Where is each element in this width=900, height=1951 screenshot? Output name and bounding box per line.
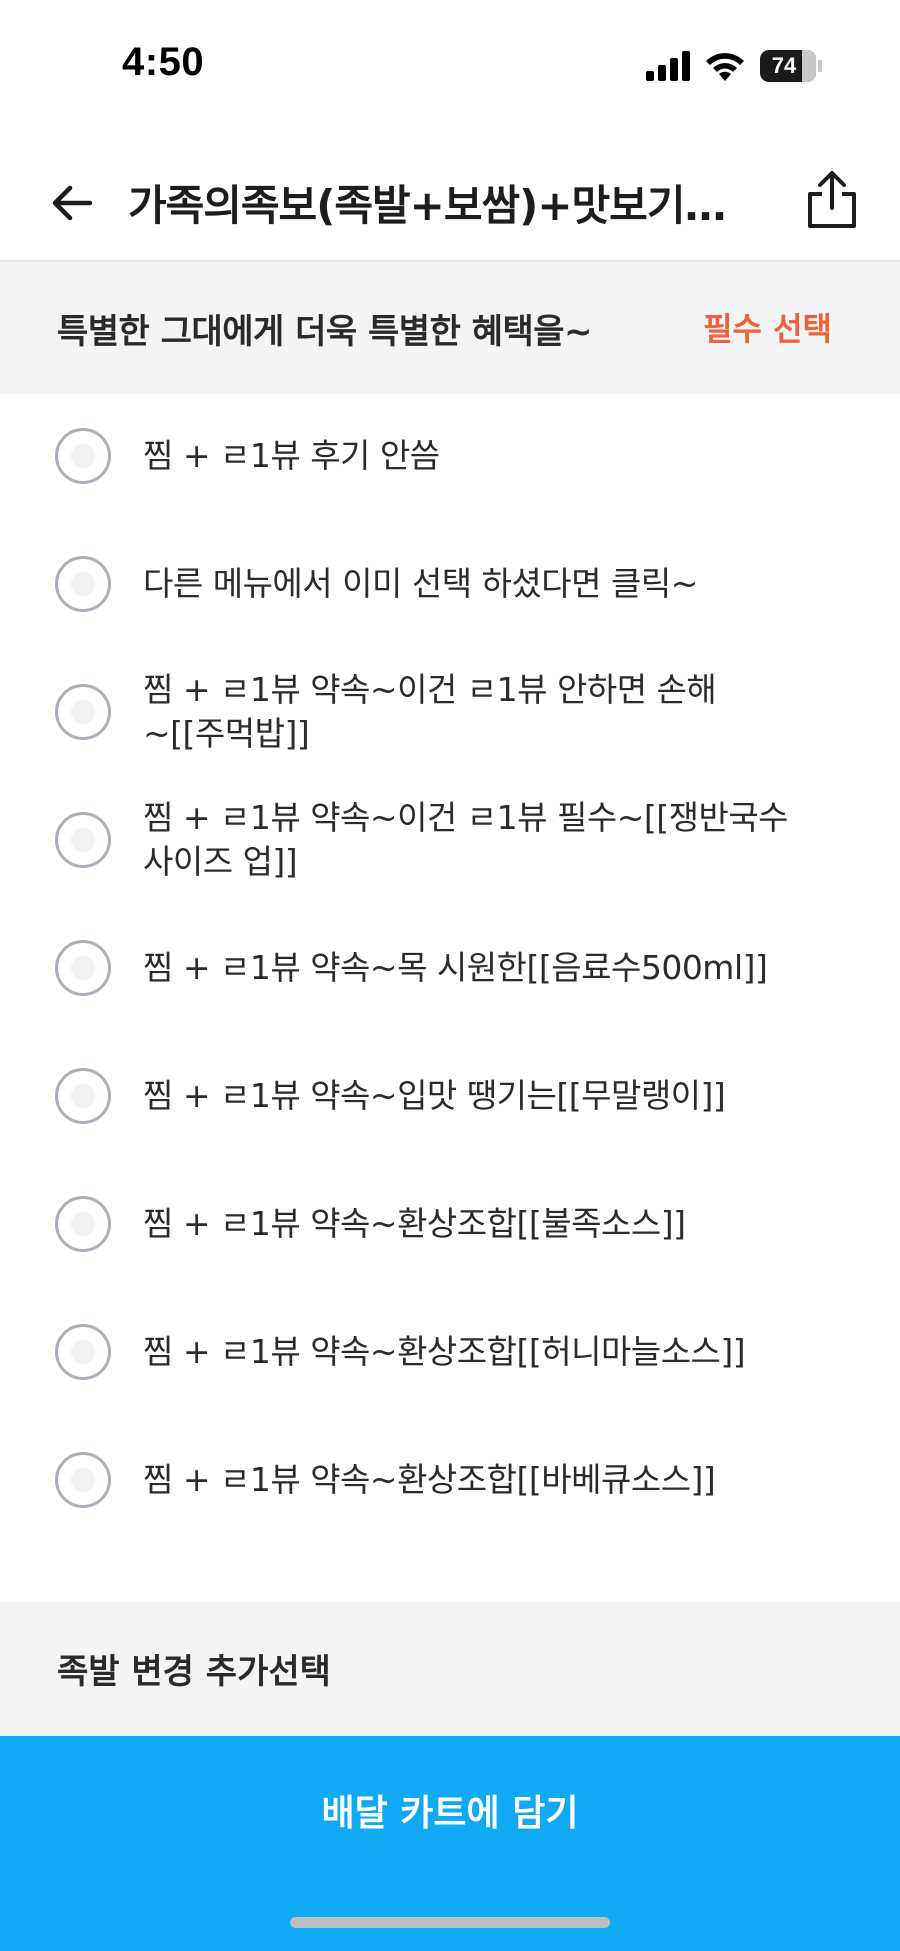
battery-icon: 74 (760, 50, 816, 82)
option-label: 찜 + ㄹ1뷰 약속~환상조합[[불족소스]] (143, 1204, 686, 1243)
required-badge: 필수 선택 (703, 310, 832, 348)
option-item[interactable]: 찜 + ㄹ1뷰 약속~이건 ㄹ1뷰 안하면 손해 ~[[주먹밥]] (0, 650, 900, 778)
option-list: 찜 + ㄹ1뷰 후기 안씀 다른 메뉴에서 이미 선택 하셨다면 클릭~ 찜 +… (0, 394, 900, 1602)
radio-button[interactable] (55, 684, 111, 740)
battery-level: 74 (771, 53, 797, 78)
battery-tip (818, 60, 822, 72)
add-to-cart-label: 배달 카트에 담기 (321, 1793, 579, 1834)
radio-button[interactable] (55, 812, 111, 868)
signal-icon (646, 51, 690, 81)
option-item[interactable]: 찜 + ㄹ1뷰 약속~이건 ㄹ1뷰 필수~[[쟁반국수 사이즈 업]] (0, 778, 900, 906)
share-button[interactable] (800, 168, 864, 232)
radio-button[interactable] (55, 1452, 111, 1508)
page-title: 가족의족보(족발+보쌈)+맛보기… (128, 181, 726, 230)
option-group-2-title: 족발 변경 추가선택 (57, 1652, 331, 1692)
option-item[interactable]: 찜 + ㄹ1뷰 약속~환상조합[[허니마늘소스]] (0, 1290, 900, 1418)
option-item[interactable]: 찜 + ㄹ1뷰 약속~환상조합[[바베큐소스]] (0, 1418, 900, 1546)
status-icons: 74 (646, 48, 822, 84)
radio-button[interactable] (55, 1324, 111, 1380)
option-label: 찜 + ㄹ1뷰 후기 안씀 (143, 436, 440, 475)
home-indicator[interactable] (290, 1917, 610, 1928)
nav-header: 가족의족보(족발+보쌈)+맛보기… (0, 150, 900, 262)
option-item[interactable]: 찜 + ㄹ1뷰 약속~입맛 땡기는[[무말랭이]] (0, 1034, 900, 1162)
option-label: 찜 + ㄹ1뷰 약속~입맛 땡기는[[무말랭이]] (143, 1076, 726, 1115)
option-label: 찜 + ㄹ1뷰 약속~이건 ㄹ1뷰 안하면 손해 ~[[주먹밥]] (143, 670, 717, 753)
option-label: 찜 + ㄹ1뷰 약속~목 시원한[[음료수500ml]] (143, 948, 768, 987)
option-label: 찜 + ㄹ1뷰 약속~이건 ㄹ1뷰 필수~[[쟁반국수 사이즈 업]] (143, 798, 789, 881)
status-time: 4:50 (122, 40, 205, 84)
status-bar: 4:50 74 (0, 0, 900, 120)
radio-button[interactable] (55, 1068, 111, 1124)
radio-button[interactable] (55, 940, 111, 996)
share-icon (808, 171, 856, 228)
option-item[interactable]: 다른 메뉴에서 이미 선택 하셨다면 클릭~ (0, 522, 900, 650)
wifi-icon (706, 53, 744, 81)
back-button[interactable] (46, 175, 102, 231)
option-group-header: 특별한 그대에게 더욱 특별한 혜택을~ 필수 선택 (0, 262, 900, 394)
option-label: 다른 메뉴에서 이미 선택 하셨다면 클릭~ (143, 564, 698, 603)
option-group-2-header: 족발 변경 추가선택 (0, 1602, 900, 1736)
radio-button[interactable] (55, 556, 111, 612)
radio-button[interactable] (55, 1196, 111, 1252)
option-item[interactable]: 찜 + ㄹ1뷰 약속~환상조합[[불족소스]] (0, 1162, 900, 1290)
radio-button[interactable] (55, 428, 111, 484)
option-label: 찜 + ㄹ1뷰 약속~환상조합[[바베큐소스]] (143, 1460, 716, 1499)
option-group-title: 특별한 그대에게 더욱 특별한 혜택을~ (57, 312, 593, 352)
option-label: 찜 + ㄹ1뷰 약속~환상조합[[허니마늘소스]] (143, 1332, 746, 1371)
back-arrow-icon (52, 185, 93, 221)
option-item[interactable]: 찜 + ㄹ1뷰 약속~목 시원한[[음료수500ml]] (0, 906, 900, 1034)
option-item[interactable]: 찜 + ㄹ1뷰 후기 안씀 (0, 394, 900, 522)
